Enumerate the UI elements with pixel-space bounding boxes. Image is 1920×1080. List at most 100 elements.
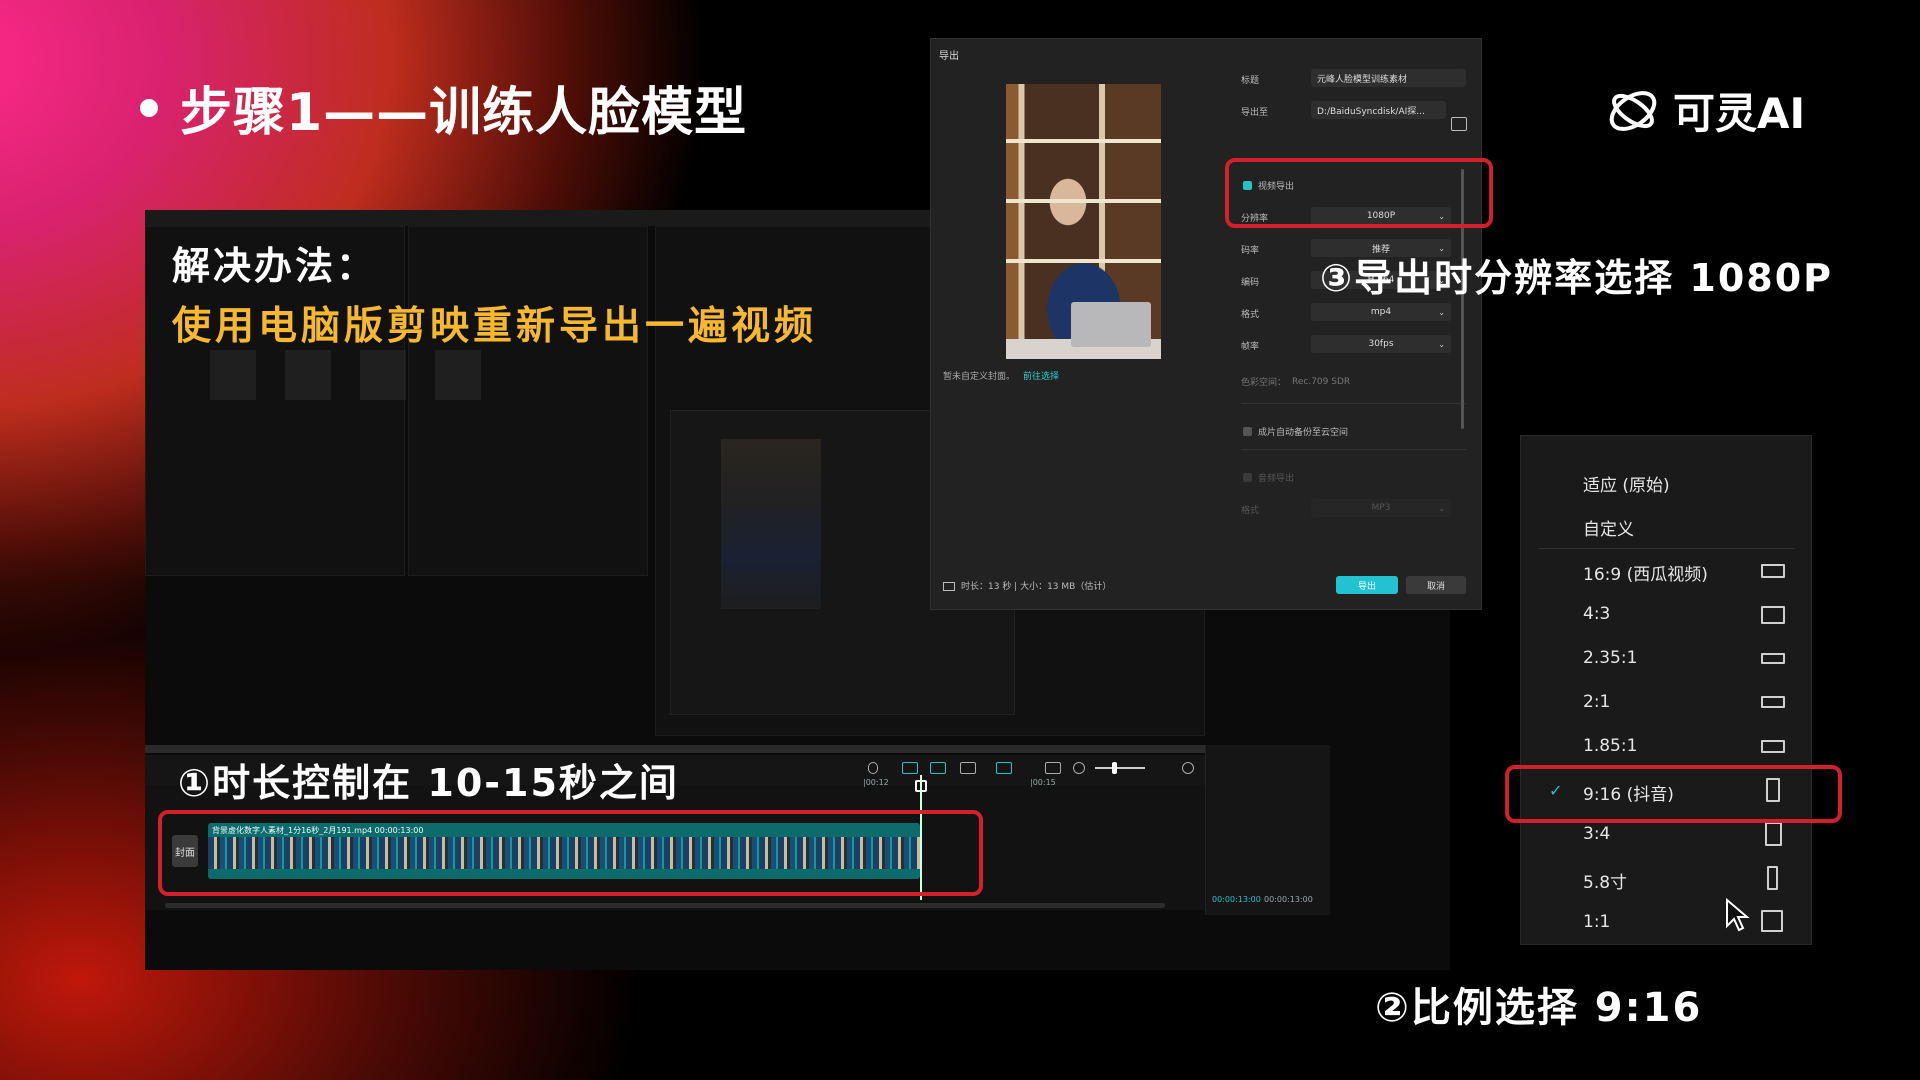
export-button[interactable]: 导出 xyxy=(1336,576,1398,594)
ratio-item-4-3[interactable]: 4:3 xyxy=(1583,604,1610,624)
cover-select-link[interactable]: 前往选择 xyxy=(1023,372,1059,382)
timeline-scrollbar[interactable] xyxy=(165,903,1165,908)
media-thumb[interactable] xyxy=(360,350,406,400)
slide-title: 步骤1——训练人脸模型 xyxy=(140,70,747,145)
audio-format-value: MP3 xyxy=(1371,503,1391,513)
media-thumb[interactable] xyxy=(285,350,331,400)
solution-label: 解决办法： xyxy=(172,244,378,288)
ratio-item-5-8-inch[interactable]: 5.8寸 xyxy=(1583,868,1627,893)
kling-logo-icon xyxy=(1609,90,1657,131)
audio-export-toggle[interactable]: 音频导出 xyxy=(1243,471,1294,484)
export-to-label: 导出至 xyxy=(1241,108,1269,118)
zoom-in-icon[interactable] xyxy=(1182,762,1194,774)
cover-hint-text: 暂未自定义封面。 xyxy=(943,372,1016,382)
fps-select[interactable]: 30fps ⌄ xyxy=(1311,335,1451,353)
audio-export-label: 音频导出 xyxy=(1258,474,1295,484)
ratio-item-2-1[interactable]: 2:1 xyxy=(1583,692,1610,712)
format-row: 格式 xyxy=(1241,307,1311,320)
media-thumb[interactable] xyxy=(210,350,256,400)
export-dialog: 导出 暂未自定义封面。 前往选择 标题 元峰人脸模型训练素材 导出至 D:/Bai… xyxy=(930,38,1482,610)
player-pane xyxy=(408,226,648,576)
landscape-wide-icon xyxy=(1761,564,1785,578)
tick-label: |00:12 xyxy=(863,778,889,787)
film-icon xyxy=(943,582,955,591)
folder-icon[interactable] xyxy=(1451,117,1467,131)
audio-format-label: 格式 xyxy=(1241,506,1260,516)
media-thumb[interactable] xyxy=(435,350,481,400)
ratio-item-1-85-1[interactable]: 1.85:1 xyxy=(1583,736,1637,756)
colorspace-value: Rec.709 SDR xyxy=(1292,376,1351,387)
ratio-item-custom[interactable]: 自定义 xyxy=(1583,515,1634,540)
magnet-icon[interactable] xyxy=(930,762,946,774)
landscape-icon xyxy=(1761,606,1785,624)
export-summary: 时长：13 秒 | 大小：13 MB（估计） xyxy=(961,582,1112,592)
microphone-icon[interactable] xyxy=(868,762,878,774)
format-value: mp4 xyxy=(1370,307,1392,317)
logo-text: 可灵AI xyxy=(1673,89,1806,138)
solution-text: 使用电脑版剪映重新导出一遍视频 xyxy=(172,304,818,349)
ratio-item-16-9[interactable]: 16:9 (西瓜视频) xyxy=(1583,560,1708,585)
ratio-item-1-1[interactable]: 1:1 xyxy=(1583,912,1610,932)
divider xyxy=(1241,403,1466,404)
time-current: 00:00:13:00 xyxy=(1212,895,1261,904)
export-to-row: 导出至 xyxy=(1241,105,1311,118)
menu-divider xyxy=(1539,548,1794,549)
cloud-backup-checkbox[interactable] xyxy=(1243,427,1252,436)
shelf xyxy=(1006,139,1161,143)
highlight-clip xyxy=(158,810,983,896)
ratio-item-original[interactable]: 适应 (原始) xyxy=(1583,471,1670,496)
landscape-ultrawide-icon xyxy=(1761,653,1785,664)
export-footer: 时长：13 秒 | 大小：13 MB（估计） xyxy=(943,579,1111,592)
split-icon[interactable] xyxy=(960,762,976,774)
export-path-input[interactable]: D:/BaiduSyncdisk/AI探... xyxy=(1311,101,1446,119)
background-dialog-preview xyxy=(721,439,821,609)
bullet-dot xyxy=(140,98,158,117)
laptop xyxy=(1071,302,1151,347)
format-label: 格式 xyxy=(1241,310,1260,320)
title-row: 标题 xyxy=(1241,73,1311,86)
export-dialog-title: 导出 xyxy=(939,51,959,62)
portrait-icon xyxy=(1765,822,1782,846)
shelf xyxy=(1006,259,1161,263)
secondary-preview: 00:00:13:00 00:00:13:00 xyxy=(1205,745,1330,915)
aspect-ratio-menu: 适应 (原始) 自定义 16:9 (西瓜视频) 4:3 2.35:1 2:1 1… xyxy=(1520,435,1812,945)
fps-row: 帧率 xyxy=(1241,339,1311,352)
title-label: 标题 xyxy=(1241,76,1260,86)
ratio-item-2-35-1[interactable]: 2.35:1 xyxy=(1583,648,1637,668)
audio-format-select: MP3 ⌄ xyxy=(1311,499,1451,517)
slide-title-text: 步骤1——训练人脸模型 xyxy=(180,83,748,143)
codec-row: 编码 xyxy=(1241,275,1311,288)
cloud-backup-label: 成片自动备份至云空间 xyxy=(1258,428,1349,438)
fps-value: 30fps xyxy=(1368,339,1394,349)
highlight-resolution xyxy=(1225,158,1493,228)
cover-hint: 暂未自定义封面。 前往选择 xyxy=(943,369,1059,382)
mouse-cursor-icon xyxy=(1725,897,1751,941)
playhead-handle[interactable] xyxy=(915,780,927,792)
zoom-slider-handle[interactable] xyxy=(1112,762,1117,774)
codec-label: 编码 xyxy=(1241,278,1260,288)
export-preview-thumbnail[interactable] xyxy=(1006,84,1161,359)
chevron-down-icon: ⌄ xyxy=(1438,339,1445,349)
shelf xyxy=(1006,199,1161,203)
fps-label: 帧率 xyxy=(1241,342,1260,352)
square-icon xyxy=(1761,910,1783,932)
audio-export-checkbox[interactable] xyxy=(1243,473,1252,482)
kling-logo: 可灵AI xyxy=(1605,80,1805,141)
landscape-wide-icon xyxy=(1761,740,1785,753)
preview-axis-icon[interactable] xyxy=(1045,762,1061,774)
bitrate-row: 码率 xyxy=(1241,243,1311,256)
cloud-backup-toggle[interactable]: 成片自动备份至云空间 xyxy=(1243,425,1348,438)
chevron-down-icon: ⌄ xyxy=(1438,307,1445,317)
format-select[interactable]: mp4 ⌄ xyxy=(1311,303,1451,321)
cancel-button[interactable]: 取消 xyxy=(1406,576,1466,594)
time-total: 00:00:13:00 xyxy=(1264,895,1313,904)
zoom-out-icon[interactable] xyxy=(1073,762,1085,774)
title-input[interactable]: 元峰人脸模型训练素材 xyxy=(1311,69,1466,87)
portrait-tall-icon xyxy=(1767,866,1778,890)
ratio-item-3-4[interactable]: 3:4 xyxy=(1583,824,1610,844)
divider xyxy=(1241,449,1466,450)
link-icon[interactable] xyxy=(902,762,918,774)
zoom-slider[interactable] xyxy=(1095,767,1145,769)
step2-annotation: ②比例选择 9:16 xyxy=(1375,985,1703,1031)
align-icon[interactable] xyxy=(996,762,1012,774)
